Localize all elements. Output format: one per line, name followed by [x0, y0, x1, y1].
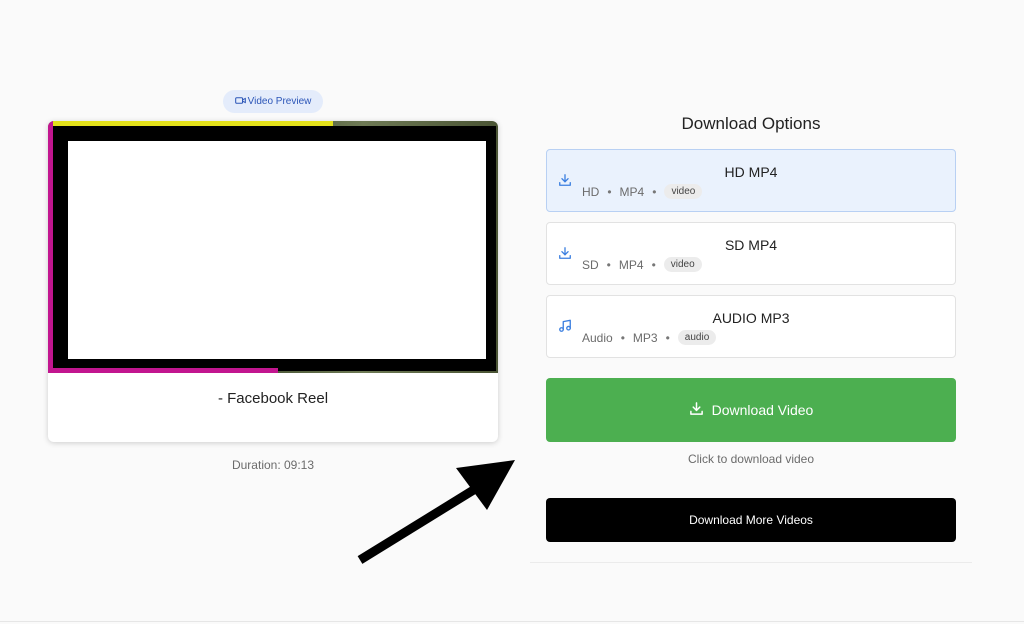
option-quality: Audio	[582, 330, 613, 345]
option-meta: Audio • MP3 • audio	[582, 330, 717, 345]
option-hd-mp4[interactable]: HD MP4 HD • MP4 • video	[546, 149, 956, 212]
option-type-tag: video	[664, 184, 703, 199]
video-preview-card[interactable]: - Facebook Reel	[48, 121, 498, 442]
option-format: MP3	[632, 330, 658, 345]
meta-separator: •	[651, 257, 656, 272]
video-preview-badge: Video Preview	[223, 90, 323, 113]
meta-separator: •	[652, 184, 657, 199]
option-meta: HD • MP4 • video	[582, 184, 703, 199]
section-divider	[530, 562, 972, 563]
video-camera-icon	[234, 95, 246, 109]
meta-separator: •	[607, 184, 612, 199]
option-quality: SD	[582, 257, 599, 272]
thumbnail-magenta-bottom	[48, 368, 278, 373]
video-title: - Facebook Reel	[217, 390, 329, 407]
option-label: AUDIO MP3	[712, 310, 790, 326]
arrow-pointer-icon	[357, 460, 515, 564]
option-label: SD MP4	[724, 237, 778, 253]
video-thumbnail[interactable]	[48, 121, 498, 373]
download-options-heading: Download Options	[681, 114, 821, 133]
page-divider	[0, 621, 1024, 622]
option-type-tag: audio	[677, 330, 717, 345]
download-video-label: Download Video	[711, 402, 814, 418]
meta-separator: •	[620, 330, 625, 345]
option-audio-mp3[interactable]: AUDIO MP3 Audio • MP3 • audio	[546, 295, 956, 358]
meta-separator: •	[606, 257, 611, 272]
download-more-videos-button[interactable]: Download More Videos	[546, 498, 956, 542]
option-meta: SD • MP4 • video	[582, 257, 702, 272]
video-preview-label: Video Preview	[247, 96, 312, 107]
option-quality: HD	[582, 184, 600, 199]
download-icon	[689, 401, 704, 419]
option-format: MP4	[619, 184, 645, 199]
option-sd-mp4[interactable]: SD MP4 SD • MP4 • video	[546, 222, 956, 285]
option-format: MP4	[618, 257, 644, 272]
thumbnail-monitor-frame	[53, 126, 496, 371]
thumbnail-screen	[68, 141, 486, 359]
download-hint: Click to download video	[687, 452, 815, 466]
option-type-tag: video	[663, 257, 702, 272]
option-label: HD MP4	[724, 164, 778, 180]
meta-separator: •	[665, 330, 670, 345]
download-video-button[interactable]: Download Video	[546, 378, 956, 442]
